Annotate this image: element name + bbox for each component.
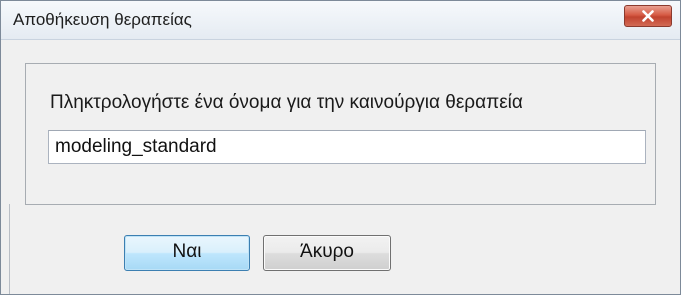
- name-prompt-label: Πληκτρολογήστε ένα όνομα για την καινούρ…: [50, 92, 523, 113]
- close-button[interactable]: [624, 5, 672, 27]
- yes-button[interactable]: Ναι: [124, 235, 250, 271]
- cancel-button[interactable]: Άκυρο: [263, 235, 391, 271]
- therapy-name-input[interactable]: [48, 130, 646, 164]
- divider: [9, 204, 10, 294]
- title-bar[interactable]: Αποθήκευση θεραπείας: [1, 1, 680, 40]
- save-therapy-dialog: Αποθήκευση θεραπείας Πληκτρολογήστε ένα …: [0, 0, 681, 295]
- dialog-title: Αποθήκευση θεραπείας: [13, 10, 192, 29]
- name-group-box: Πληκτρολογήστε ένα όνομα για την καινούρ…: [25, 63, 656, 205]
- close-x-icon: [642, 10, 654, 22]
